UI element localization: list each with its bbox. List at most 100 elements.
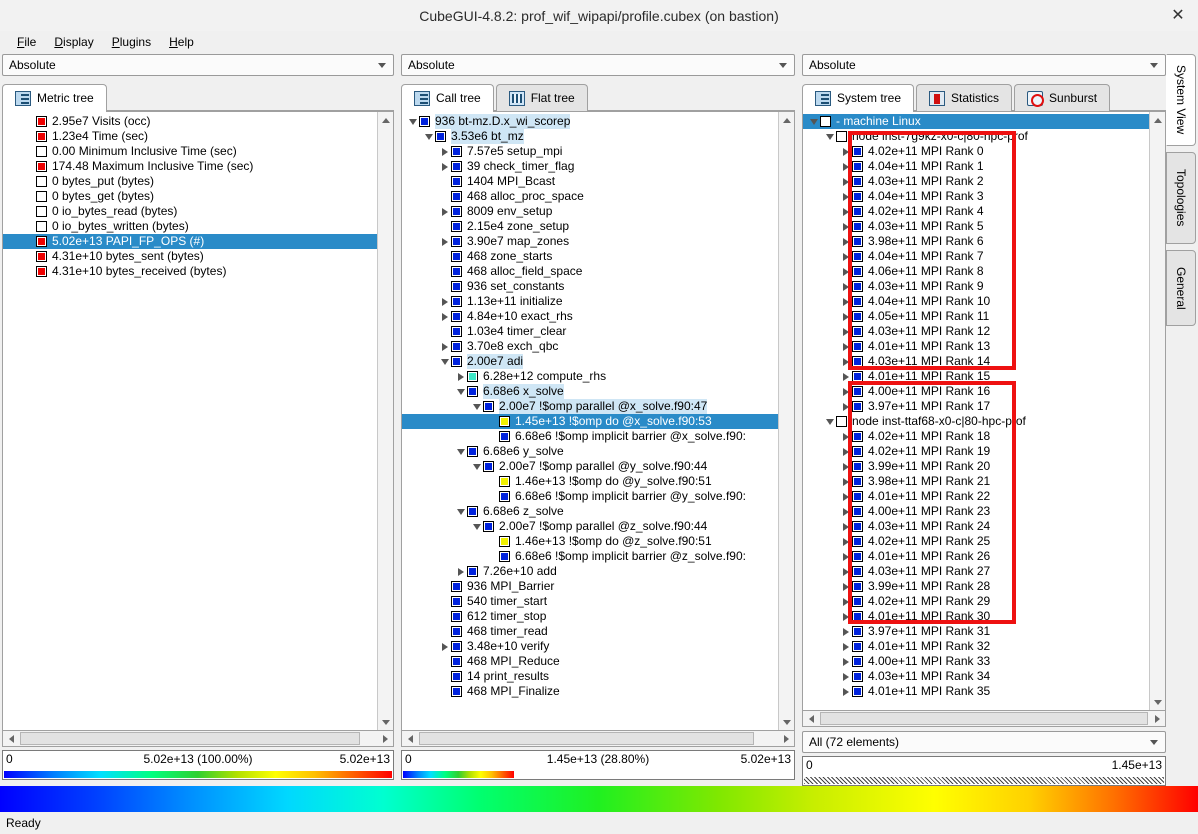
scroll-right-icon[interactable] xyxy=(778,731,794,746)
system-tree-view[interactable]: - machine Linuxnode inst-7g9kz-x0-c|80-h… xyxy=(802,111,1166,711)
tab-system-tree[interactable]: System tree xyxy=(802,84,914,111)
call-tree-view[interactable]: 936 bt-mz.D.x_wi_scorep3.53e6 bt_mz7.57e… xyxy=(401,111,795,731)
metric-tree-view[interactable]: 2.95e7 Visits (occ)1.23e4 Time (sec)0.00… xyxy=(2,111,394,731)
collapse-twisty-icon[interactable] xyxy=(807,119,820,125)
call-tree-item-row[interactable]: 936 MPI_Barrier xyxy=(402,579,778,594)
expand-twisty-icon[interactable] xyxy=(839,313,852,321)
call-tree-item-row[interactable]: 6.68e6 !$omp implicit barrier @y_solve.f… xyxy=(402,489,778,504)
system-tree-item-row[interactable]: 4.03e+11 MPI Rank 34 xyxy=(803,669,1149,684)
call-tree-item-row[interactable]: 8009 env_setup xyxy=(402,204,778,219)
metric-tree-item-row[interactable]: 0 io_bytes_written (bytes) xyxy=(3,219,377,234)
hscroll-thumb[interactable] xyxy=(820,712,1148,725)
call-tree-item-row[interactable]: 2.00e7 !$omp parallel @y_solve.f90:44 xyxy=(402,459,778,474)
tab-sunburst[interactable]: Sunburst xyxy=(1014,84,1110,111)
metric-tree-item-row[interactable]: 4.31e+10 bytes_received (bytes) xyxy=(3,264,377,279)
system-tree-item-row[interactable]: 4.04e+11 MPI Rank 7 xyxy=(803,249,1149,264)
side-tab-topologies[interactable]: Topologies xyxy=(1166,152,1196,244)
metric-tree-item-row[interactable]: 5.02e+13 PAPI_FP_OPS (#) xyxy=(3,234,377,249)
system-tree-item-row[interactable]: 4.03e+11 MPI Rank 12 xyxy=(803,324,1149,339)
scroll-up-icon[interactable] xyxy=(779,112,794,128)
call-mode-combo[interactable]: Absolute xyxy=(401,54,795,76)
expand-twisty-icon[interactable] xyxy=(839,283,852,291)
system-tree-item-row[interactable]: 3.99e+11 MPI Rank 20 xyxy=(803,459,1149,474)
menu-item-file[interactable]: File xyxy=(8,33,45,51)
expand-twisty-icon[interactable] xyxy=(438,313,451,321)
expand-twisty-icon[interactable] xyxy=(839,358,852,366)
menu-item-plugins[interactable]: Plugins xyxy=(103,33,160,51)
expand-twisty-icon[interactable] xyxy=(438,148,451,156)
scroll-down-icon[interactable] xyxy=(378,714,393,730)
expand-twisty-icon[interactable] xyxy=(839,223,852,231)
system-tree-item-row[interactable]: 3.98e+11 MPI Rank 21 xyxy=(803,474,1149,489)
metric-tree-item-row[interactable]: 0 bytes_put (bytes) xyxy=(3,174,377,189)
system-tree-item-row[interactable]: 4.01e+11 MPI Rank 26 xyxy=(803,549,1149,564)
metric-tree-hscrollbar[interactable] xyxy=(2,731,394,747)
call-tree-item-row[interactable]: 1.46e+13 !$omp do @z_solve.f90:51 xyxy=(402,534,778,549)
call-tree-item-row[interactable]: 1.03e4 timer_clear xyxy=(402,324,778,339)
system-tree-item-row[interactable]: 3.97e+11 MPI Rank 31 xyxy=(803,624,1149,639)
call-tree-item-row[interactable]: 612 timer_stop xyxy=(402,609,778,624)
expand-twisty-icon[interactable] xyxy=(438,343,451,351)
call-tree-item-row[interactable]: 14 print_results xyxy=(402,669,778,684)
metric-tree-item-row[interactable]: 4.31e+10 bytes_sent (bytes) xyxy=(3,249,377,264)
system-tree-item-row[interactable]: 4.01e+11 MPI Rank 35 xyxy=(803,684,1149,699)
system-tree-item-row[interactable]: 4.02e+11 MPI Rank 0 xyxy=(803,144,1149,159)
call-tree-item-row[interactable]: 468 timer_read xyxy=(402,624,778,639)
expand-twisty-icon[interactable] xyxy=(839,613,852,621)
expand-twisty-icon[interactable] xyxy=(839,448,852,456)
call-tree-item-row[interactable]: 6.68e6 y_solve xyxy=(402,444,778,459)
system-tree-item-row[interactable]: 4.04e+11 MPI Rank 10 xyxy=(803,294,1149,309)
expand-twisty-icon[interactable] xyxy=(454,373,467,381)
call-tree-hscrollbar[interactable] xyxy=(401,731,795,747)
call-tree-item-row[interactable]: 7.26e+10 add xyxy=(402,564,778,579)
expand-twisty-icon[interactable] xyxy=(839,673,852,681)
expand-twisty-icon[interactable] xyxy=(839,523,852,531)
system-tree-item-row[interactable]: 3.97e+11 MPI Rank 17 xyxy=(803,399,1149,414)
collapse-twisty-icon[interactable] xyxy=(470,524,483,530)
expand-twisty-icon[interactable] xyxy=(839,298,852,306)
collapse-twisty-icon[interactable] xyxy=(454,449,467,455)
close-icon[interactable]: ✕ xyxy=(1168,6,1188,26)
expand-twisty-icon[interactable] xyxy=(454,568,467,576)
tab-call-tree[interactable]: Call tree xyxy=(401,84,494,111)
call-tree-item-row[interactable]: 39 check_timer_flag xyxy=(402,159,778,174)
expand-twisty-icon[interactable] xyxy=(839,253,852,261)
expand-twisty-icon[interactable] xyxy=(839,508,852,516)
system-elements-combo[interactable]: All (72 elements) xyxy=(802,731,1166,753)
call-tree-item-row[interactable]: 468 zone_starts xyxy=(402,249,778,264)
expand-twisty-icon[interactable] xyxy=(438,208,451,216)
expand-twisty-icon[interactable] xyxy=(839,688,852,696)
system-tree-item-row[interactable]: 4.04e+11 MPI Rank 1 xyxy=(803,159,1149,174)
call-tree-item-row[interactable]: 4.84e+10 exact_rhs xyxy=(402,309,778,324)
tab-flat-tree[interactable]: Flat tree xyxy=(496,84,588,111)
call-tree-item-row[interactable]: 6.68e6 !$omp implicit barrier @x_solve.f… xyxy=(402,429,778,444)
collapse-twisty-icon[interactable] xyxy=(406,119,419,125)
system-tree-item-row[interactable]: - machine Linux xyxy=(803,114,1149,129)
call-tree-item-row[interactable]: 540 timer_start xyxy=(402,594,778,609)
call-tree-item-row[interactable]: 3.70e8 exch_qbc xyxy=(402,339,778,354)
expand-twisty-icon[interactable] xyxy=(839,268,852,276)
expand-twisty-icon[interactable] xyxy=(839,568,852,576)
menu-item-display[interactable]: Display xyxy=(45,33,102,51)
system-tree-item-row[interactable]: 4.00e+11 MPI Rank 23 xyxy=(803,504,1149,519)
expand-twisty-icon[interactable] xyxy=(839,628,852,636)
call-tree-item-row[interactable]: 468 MPI_Finalize xyxy=(402,684,778,699)
system-tree-item-row[interactable]: 4.06e+11 MPI Rank 8 xyxy=(803,264,1149,279)
collapse-twisty-icon[interactable] xyxy=(454,509,467,515)
scroll-up-icon[interactable] xyxy=(1150,112,1165,128)
system-tree-item-row[interactable]: 4.02e+11 MPI Rank 29 xyxy=(803,594,1149,609)
expand-twisty-icon[interactable] xyxy=(839,553,852,561)
system-tree-vscrollbar[interactable] xyxy=(1149,112,1165,710)
expand-twisty-icon[interactable] xyxy=(839,598,852,606)
call-tree-item-row[interactable]: 3.90e7 map_zones xyxy=(402,234,778,249)
call-tree-vscrollbar[interactable] xyxy=(778,112,794,730)
system-tree-item-row[interactable]: 4.01e+11 MPI Rank 30 xyxy=(803,609,1149,624)
expand-twisty-icon[interactable] xyxy=(438,238,451,246)
system-tree-item-row[interactable]: 4.00e+11 MPI Rank 33 xyxy=(803,654,1149,669)
call-tree-item-row[interactable]: 2.00e7 adi xyxy=(402,354,778,369)
metric-tree-item-row[interactable]: 174.48 Maximum Inclusive Time (sec) xyxy=(3,159,377,174)
expand-twisty-icon[interactable] xyxy=(839,478,852,486)
system-tree-hscrollbar[interactable] xyxy=(802,711,1166,727)
system-tree-item-row[interactable]: 4.03e+11 MPI Rank 27 xyxy=(803,564,1149,579)
scroll-up-icon[interactable] xyxy=(378,112,393,128)
